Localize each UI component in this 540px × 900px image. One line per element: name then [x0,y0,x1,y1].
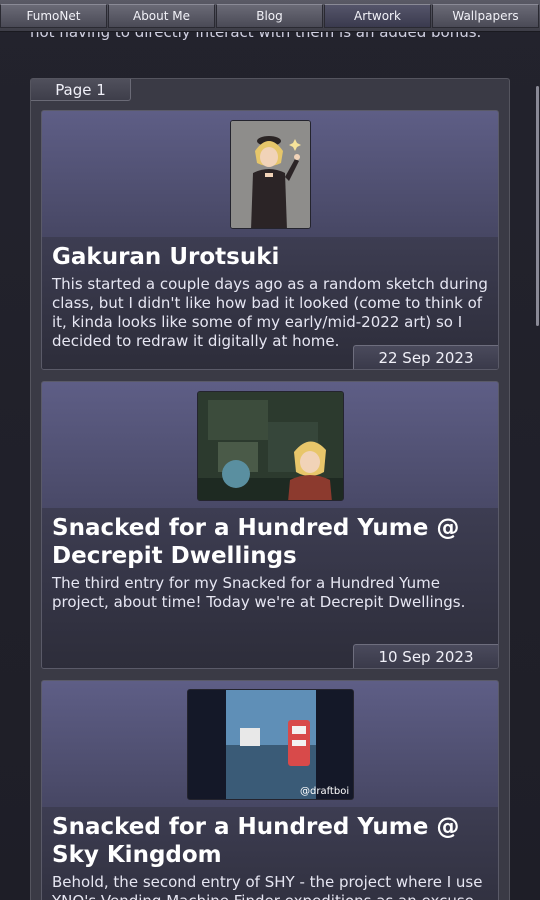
card-title[interactable]: Snacked for a Hundred Yume @ Sky Kingdom [52,813,488,869]
card-date: 22 Sep 2023 [353,345,498,369]
artwork-thumbnail[interactable] [230,120,311,229]
decrepit-dwellings-illustration [198,392,343,500]
card-description: Behold, the second entry of SHY - the pr… [52,873,483,900]
nav-item-wallpapers[interactable]: Wallpapers [432,4,539,28]
nav-item-blog[interactable]: Blog [216,4,323,28]
top-navigation: FumoNet About Me Blog Artwork Wallpapers [0,0,540,32]
page-tab[interactable]: Page 1 [31,79,131,101]
urotsuki-illustration [231,121,310,228]
nav-item-artwork[interactable]: Artwork [324,4,431,28]
nav-item-fumonet[interactable]: FumoNet [0,4,107,28]
sky-kingdom-illustration: @draftboi [188,690,353,799]
scrollbar[interactable] [536,86,539,326]
artwork-thumbnail[interactable] [197,391,344,501]
card-description: This started a couple days ago as a rand… [52,275,488,350]
artwork-card[interactable]: Snacked for a Hundred Yume @ Decrepit Dw… [41,381,499,669]
artwork-thumbnail[interactable]: @draftboi [187,689,354,800]
artwork-card[interactable]: @draftboi Snacked for a Hundred Yume @ S… [41,680,499,900]
card-title[interactable]: Snacked for a Hundred Yume @ Decrepit Dw… [52,514,488,570]
card-body: Snacked for a Hundred Yume @ Sky Kingdom… [42,807,498,900]
artwork-card[interactable]: Gakuran Urotsuki This started a couple d… [41,110,499,370]
card-date: 10 Sep 2023 [353,644,498,668]
nav-item-about-me[interactable]: About Me [108,4,215,28]
card-description: The third entry for my Snacked for a Hun… [52,574,466,611]
card-title[interactable]: Gakuran Urotsuki [52,243,488,271]
signature-text: @draftboi [300,786,349,797]
